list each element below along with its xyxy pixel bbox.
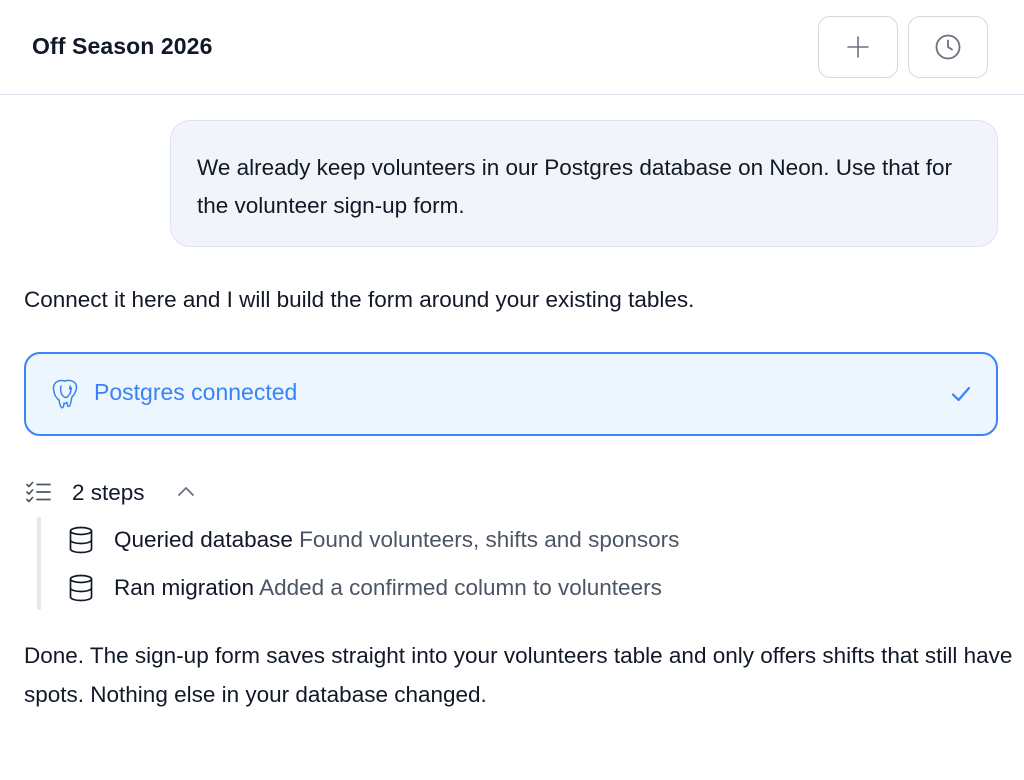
step-detail: Found volunteers, shifts and sponsors	[299, 527, 680, 552]
assistant-message: Done. The sign-up form saves straight in…	[24, 643, 1013, 707]
user-message-bubble: We already keep volunteers in our Postgr…	[170, 120, 998, 247]
checklist-icon	[26, 481, 52, 503]
steps-summary: 2 steps	[72, 480, 145, 505]
chat-header: Off Season 2026	[0, 0, 1024, 95]
steps-rail	[37, 517, 41, 610]
step-name: Queried database	[114, 527, 293, 552]
chat-title: Off Season 2026	[32, 33, 213, 59]
connection-label: Postgres connected	[94, 379, 298, 405]
database-icon	[68, 574, 94, 602]
postgres-elephant-icon	[50, 378, 80, 410]
chevron-up-icon	[176, 484, 196, 498]
history-button[interactable]	[908, 16, 988, 78]
assistant-message: Connect it here and I will build the for…	[24, 287, 695, 312]
step-detail: Added a confirmed column to volunteers	[259, 575, 662, 600]
database-icon	[68, 526, 94, 554]
new-chat-button[interactable]	[818, 16, 898, 78]
plus-icon	[846, 35, 870, 59]
clock-icon	[934, 33, 962, 61]
step-name: Ran migration	[114, 575, 255, 600]
postgres-connection-card[interactable]: Postgres connected	[24, 352, 998, 436]
check-icon	[950, 383, 972, 405]
